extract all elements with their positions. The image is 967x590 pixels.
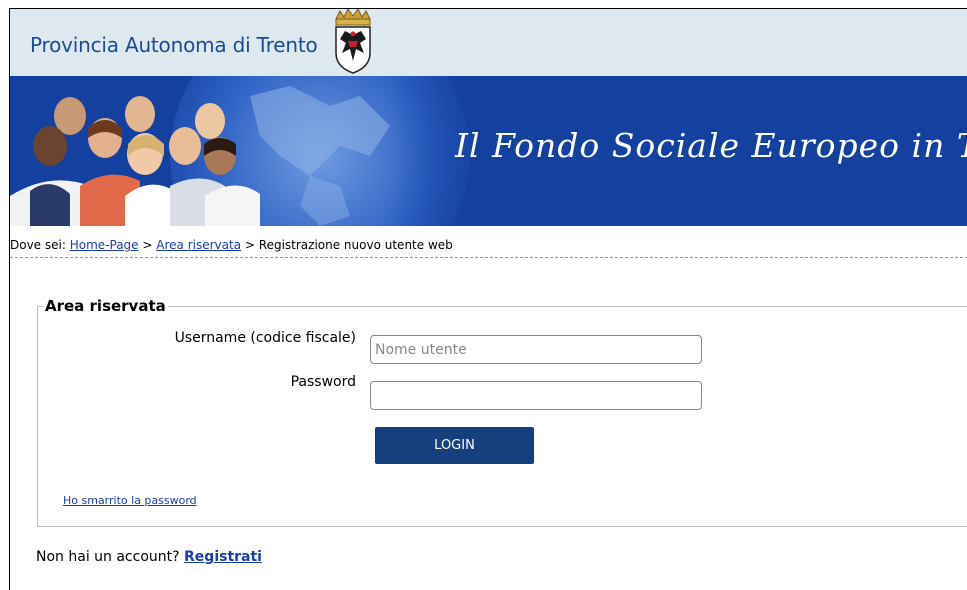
username-label: Username (codice fiscale) [174,330,356,346]
site-name[interactable]: Provincia Autonoma di Trento [30,33,318,57]
header-bar: Provincia Autonoma di Trento [10,9,967,76]
login-fieldset: Area riservata Username (codice fiscale)… [37,297,967,527]
register-link[interactable]: Registrati [184,549,262,565]
people-photo [10,96,260,226]
register-prompt: Non hai un account? Registrati [36,549,262,565]
register-prompt-text: Non hai un account? [36,549,180,565]
breadcrumb-home-link[interactable]: Home-Page [70,238,139,252]
breadcrumb-prefix: Dove sei: [10,238,66,252]
breadcrumb-separator: > [142,238,153,252]
login-button[interactable]: LOGIN [375,427,534,464]
banner: Il Fondo Sociale Europeo in Trentino [10,76,967,226]
login-legend: Area riservata [43,297,168,315]
breadcrumb-current: Registrazione nuovo utente web [258,238,453,252]
breadcrumb: Dove sei: Home-Page > Area riservata > R… [10,238,967,258]
breadcrumb-separator: > [244,238,255,252]
password-input[interactable] [370,381,702,410]
password-label: Password [290,374,356,390]
lost-password-link[interactable]: Ho smarrito la password [63,494,197,507]
page: Provincia Autonoma di Trento Il Fondo So… [9,8,967,590]
coat-of-arms-icon [335,9,371,74]
banner-title: Il Fondo Sociale Europeo in Trentino [455,126,967,165]
username-input[interactable] [370,335,702,364]
breadcrumb-area-link[interactable]: Area riservata [156,238,241,252]
